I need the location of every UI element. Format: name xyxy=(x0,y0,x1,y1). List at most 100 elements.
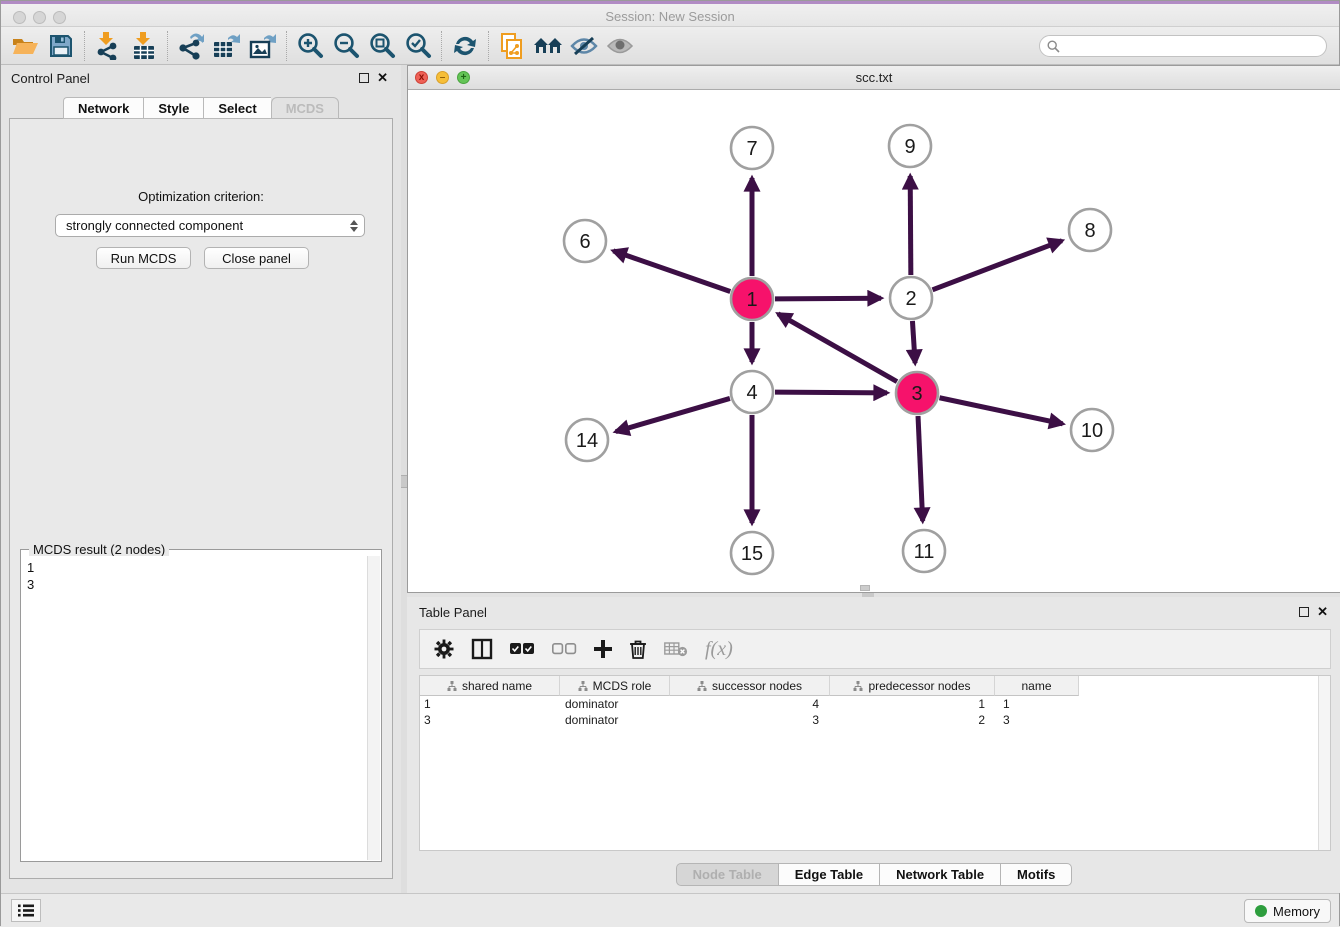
control-panel-tabs: NetworkStyleSelectMCDS xyxy=(1,97,401,119)
function-builder-button[interactable]: f(x) xyxy=(705,638,733,661)
network-window-title: scc.txt xyxy=(408,70,1340,85)
zoom-fit-button[interactable] xyxy=(364,30,400,62)
zoom-in-button[interactable] xyxy=(292,30,328,62)
graph-edge-2-9[interactable] xyxy=(910,176,911,275)
unchecked-boxes-icon xyxy=(552,643,577,655)
network-window-titlebar[interactable]: x – + scc.txt xyxy=(408,66,1340,90)
cell-mcds-role[interactable]: dominator xyxy=(561,696,672,712)
column-header-successor-nodes[interactable]: successor nodes xyxy=(670,676,830,696)
cell-shared-name[interactable]: 1 xyxy=(420,696,561,712)
float-panel-icon[interactable] xyxy=(1299,607,1309,617)
cell-shared-name[interactable]: 3 xyxy=(420,712,561,728)
hierarchy-sort-icon xyxy=(447,681,457,691)
table-row-1[interactable]: 3dominator323 xyxy=(420,712,1330,728)
column-header-predecessor-nodes[interactable]: predecessor nodes xyxy=(830,676,995,696)
tab-node-table[interactable]: Node Table xyxy=(676,863,778,886)
cell-name[interactable]: 1 xyxy=(999,696,1084,712)
control-panel-header: Control Panel ✕ xyxy=(1,65,401,91)
cell-successor-nodes[interactable]: 4 xyxy=(672,696,833,712)
cell-predecessor-nodes[interactable]: 1 xyxy=(833,696,999,712)
close-panel-icon[interactable]: ✕ xyxy=(1317,604,1328,620)
cell-mcds-role[interactable]: dominator xyxy=(561,712,672,728)
canvas-hscroll-thumb[interactable] xyxy=(860,585,870,591)
tab-mcds[interactable]: MCDS xyxy=(271,97,339,119)
graph-edge-4-3[interactable] xyxy=(775,392,887,393)
run-mcds-button[interactable]: Run MCDS xyxy=(96,247,191,269)
search-field[interactable] xyxy=(1039,35,1327,57)
show-column-panel-button[interactable] xyxy=(471,638,493,660)
delete-column-button[interactable] xyxy=(629,639,647,659)
show-glyphs-button[interactable] xyxy=(602,30,638,62)
tab-motifs[interactable]: Motifs xyxy=(1000,863,1072,886)
table-row-0[interactable]: 1dominator411 xyxy=(420,696,1330,712)
cell-predecessor-nodes[interactable]: 2 xyxy=(833,712,999,728)
graph-edge-3-10[interactable] xyxy=(940,398,1063,424)
export-network-button[interactable] xyxy=(173,30,209,62)
network-canvas[interactable]: 7968124314101511 xyxy=(408,90,1340,592)
column-header-mcds-role[interactable]: MCDS role xyxy=(560,676,670,696)
graph-edge-3-1[interactable] xyxy=(778,314,897,382)
zoom-selected-button[interactable] xyxy=(400,30,436,62)
graph-node-label-3: 3 xyxy=(911,383,922,405)
apply-layout-button[interactable] xyxy=(447,30,483,62)
open-session-button[interactable] xyxy=(7,30,43,62)
toolbar-separator xyxy=(84,31,85,61)
export-image-button[interactable] xyxy=(245,30,281,62)
create-column-button[interactable] xyxy=(594,640,612,658)
mcds-result-group: MCDS result (2 nodes) 1 3 xyxy=(20,549,382,862)
cell-name[interactable]: 3 xyxy=(999,712,1084,728)
tab-style[interactable]: Style xyxy=(143,97,203,119)
graph-edge-1-6[interactable] xyxy=(613,251,730,292)
task-history-button[interactable] xyxy=(11,899,41,922)
tab-network-table[interactable]: Network Table xyxy=(879,863,1000,886)
eye-slash-icon xyxy=(570,35,598,57)
graph-edge-2-3[interactable] xyxy=(912,321,915,363)
optimization-criterion-label: Optimization criterion: xyxy=(10,189,392,204)
graph-edge-1-2[interactable] xyxy=(775,298,881,299)
graph-edge-4-14[interactable] xyxy=(616,398,730,431)
toolbar-separator xyxy=(167,31,168,61)
graph-edge-3-11[interactable] xyxy=(918,416,923,521)
graph-node-label-11: 11 xyxy=(914,541,935,563)
delete-table-button[interactable] xyxy=(664,641,688,657)
deselect-all-button[interactable] xyxy=(552,643,577,655)
mcds-result-scrollbar[interactable] xyxy=(367,556,380,860)
tab-select[interactable]: Select xyxy=(203,97,270,119)
export-table-icon xyxy=(213,32,241,60)
zoom-out-button[interactable] xyxy=(328,30,364,62)
import-table-button[interactable] xyxy=(126,30,162,62)
close-panel-icon[interactable]: ✕ xyxy=(377,70,388,86)
graph-node-label-4: 4 xyxy=(746,382,757,404)
open-folder-icon xyxy=(11,34,39,58)
network-from-selection-button[interactable] xyxy=(494,30,530,62)
zoom-out-icon xyxy=(332,32,360,60)
export-table-button[interactable] xyxy=(209,30,245,62)
select-all-button[interactable] xyxy=(510,643,535,655)
float-panel-icon[interactable] xyxy=(359,73,369,83)
node-table: shared nameMCDS rolesuccessor nodesprede… xyxy=(419,675,1331,851)
table-scrollbar[interactable] xyxy=(1318,676,1330,850)
graph-edge-2-8[interactable] xyxy=(933,241,1062,290)
mcds-result-text[interactable]: 1 3 xyxy=(22,556,367,860)
graph-node-label-2: 2 xyxy=(905,288,916,310)
graph-node-label-10: 10 xyxy=(1081,420,1103,442)
tab-network[interactable]: Network xyxy=(63,97,143,119)
search-input[interactable] xyxy=(1064,39,1326,53)
hierarchy-sort-icon xyxy=(853,681,863,691)
show-all-networks-button[interactable] xyxy=(530,30,566,62)
zoom-fit-icon xyxy=(368,32,396,60)
cell-successor-nodes[interactable]: 3 xyxy=(672,712,833,728)
close-panel-button[interactable]: Close panel xyxy=(204,247,309,269)
column-header-shared-name[interactable]: shared name xyxy=(420,676,560,696)
tab-edge-table[interactable]: Edge Table xyxy=(778,863,879,886)
optimization-criterion-select[interactable]: strongly connected component xyxy=(55,214,365,237)
memory-button[interactable]: Memory xyxy=(1244,899,1331,923)
hide-glyphs-button[interactable] xyxy=(566,30,602,62)
network-graph[interactable]: 7968124314101511 xyxy=(408,90,1340,592)
import-network-button[interactable] xyxy=(90,30,126,62)
table-options-button[interactable] xyxy=(434,639,454,659)
application-window: Session: New Session xyxy=(0,0,1340,926)
save-session-button[interactable] xyxy=(43,30,79,62)
trash-icon xyxy=(629,639,647,659)
column-header-name[interactable]: name xyxy=(995,676,1079,696)
